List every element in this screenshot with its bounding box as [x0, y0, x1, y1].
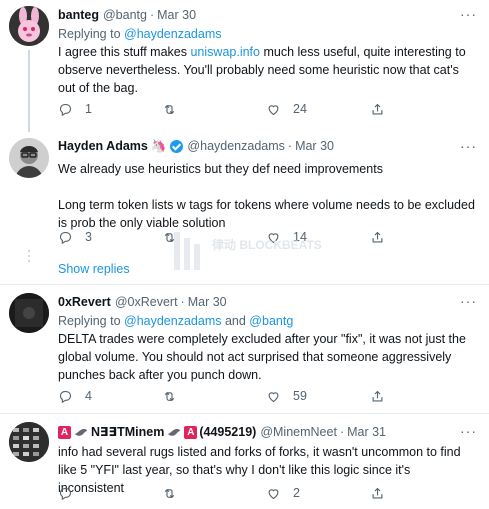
author-id: (4495219): [199, 425, 257, 439]
reply-button[interactable]: 4: [58, 387, 162, 405]
tweet-banteg[interactable]: banteg @bantg · Mar 30 Replying to @hayd…: [0, 0, 489, 132]
retweet-button[interactable]: [162, 387, 266, 405]
separator-dot: ·: [180, 295, 185, 309]
mention-link[interactable]: @haydenzadams: [124, 314, 221, 328]
thread-dots: [27, 250, 31, 262]
author-name[interactable]: 0xRevert: [58, 294, 111, 310]
author-name[interactable]: banteg: [58, 7, 99, 23]
thread-line: [28, 50, 30, 132]
author-name[interactable]: Hayden Adams: [58, 138, 148, 154]
share-button[interactable]: [370, 484, 474, 502]
watermark-text: 律动 BLOCKBEATS: [212, 238, 322, 252]
pattern-avatar-icon: [9, 422, 49, 462]
mention-link[interactable]: @haydenzadams: [124, 27, 221, 41]
separator-dot: ·: [149, 8, 155, 22]
more-options-button[interactable]: ···: [460, 293, 477, 309]
avatar[interactable]: [9, 422, 49, 462]
tweet-text: Long term token lists w tags for tokens …: [58, 198, 475, 230]
watermark: 律动 BLOCKBEATS: [170, 228, 322, 281]
more-options-button[interactable]: ···: [460, 6, 477, 22]
reply-icon: [59, 103, 72, 116]
like-count: 59: [293, 389, 307, 403]
more-options-button[interactable]: ···: [460, 423, 477, 439]
tweet-minemneet[interactable]: A N∃∃TMinem A (4495219) @MinemNeet · Mar…: [0, 414, 489, 509]
unicorn-emoji: 🦄: [150, 139, 167, 153]
share-icon: [372, 103, 383, 114]
timestamp[interactable]: Mar 31: [347, 424, 386, 440]
reply-button[interactable]: 3: [58, 228, 162, 246]
retweet-icon: [164, 104, 175, 114]
like-button[interactable]: 24: [266, 100, 370, 118]
bird-icon: [168, 429, 181, 436]
bird-icon: [75, 429, 87, 436]
person-avatar-icon: [9, 138, 49, 178]
avatar[interactable]: [9, 6, 49, 46]
replying-to-label: Replying to: [58, 314, 125, 328]
bunny-avatar-icon: [9, 6, 49, 46]
reply-button[interactable]: [58, 484, 162, 502]
share-button[interactable]: [370, 387, 474, 405]
reply-count: 3: [85, 230, 92, 244]
share-button[interactable]: [370, 100, 474, 118]
tweet-text: DELTA trades were completely excluded af…: [58, 332, 466, 382]
replying-to: Replying to @haydenzadams and @bantg: [58, 312, 479, 330]
reply-icon: [59, 487, 72, 500]
reply-icon: [59, 390, 72, 403]
retweet-icon: [164, 391, 175, 401]
reply-count: 4: [85, 389, 92, 403]
share-icon: [372, 390, 383, 401]
retweet-button[interactable]: [162, 100, 266, 118]
verified-badge-icon: [170, 139, 184, 153]
author-handle[interactable]: @MinemNeet: [260, 424, 337, 440]
reply-count: 1: [85, 102, 92, 116]
tweet-text: I agree this stuff makes uniswap.info mu…: [58, 43, 479, 97]
tweet-text: We already use heuristics but they def n…: [58, 162, 383, 176]
reply-icon: [59, 231, 72, 244]
show-replies-link[interactable]: Show replies: [58, 262, 130, 276]
timestamp[interactable]: Mar 30: [295, 138, 334, 154]
like-button[interactable]: 59: [266, 387, 370, 405]
like-count: 2: [293, 486, 300, 500]
like-button[interactable]: 2: [266, 484, 370, 502]
heart-icon: [268, 104, 279, 115]
mention-link[interactable]: @bantg: [249, 314, 293, 328]
reply-button[interactable]: 1: [58, 100, 162, 118]
timestamp[interactable]: Mar 30: [188, 294, 227, 310]
author-name[interactable]: N∃∃TMinem: [91, 424, 164, 440]
heart-icon: [268, 391, 279, 402]
dark-avatar-icon: [9, 293, 49, 333]
author-handle[interactable]: @haydenzadams: [187, 138, 284, 154]
red-a-badge-icon: A: [58, 425, 71, 439]
tweet-text-part: I agree this stuff makes: [58, 45, 191, 59]
like-count: 24: [293, 102, 307, 116]
timestamp[interactable]: Mar 30: [157, 7, 196, 23]
share-icon: [372, 231, 383, 242]
author-handle[interactable]: @bantg: [103, 7, 147, 23]
replying-to-and: and: [221, 314, 250, 328]
red-a-badge-icon: A: [184, 425, 198, 439]
replying-to: Replying to @haydenzadams: [58, 25, 479, 43]
avatar[interactable]: [9, 293, 49, 333]
url-link[interactable]: uniswap.info: [190, 45, 260, 59]
retweet-icon: [164, 488, 175, 498]
avatar[interactable]: [9, 138, 49, 178]
separator-dot: ·: [287, 139, 293, 153]
tweet-0xrevert[interactable]: 0xRevert @0xRevert · Mar 30 Replying to …: [0, 285, 489, 413]
more-options-button[interactable]: ···: [460, 138, 477, 154]
share-icon: [372, 487, 383, 498]
separator-dot: ·: [339, 425, 345, 439]
heart-icon: [268, 488, 279, 499]
replying-to-label: Replying to: [58, 27, 125, 41]
retweet-button[interactable]: [162, 484, 266, 502]
author-handle[interactable]: @0xRevert: [115, 294, 178, 310]
share-button[interactable]: [370, 228, 474, 246]
